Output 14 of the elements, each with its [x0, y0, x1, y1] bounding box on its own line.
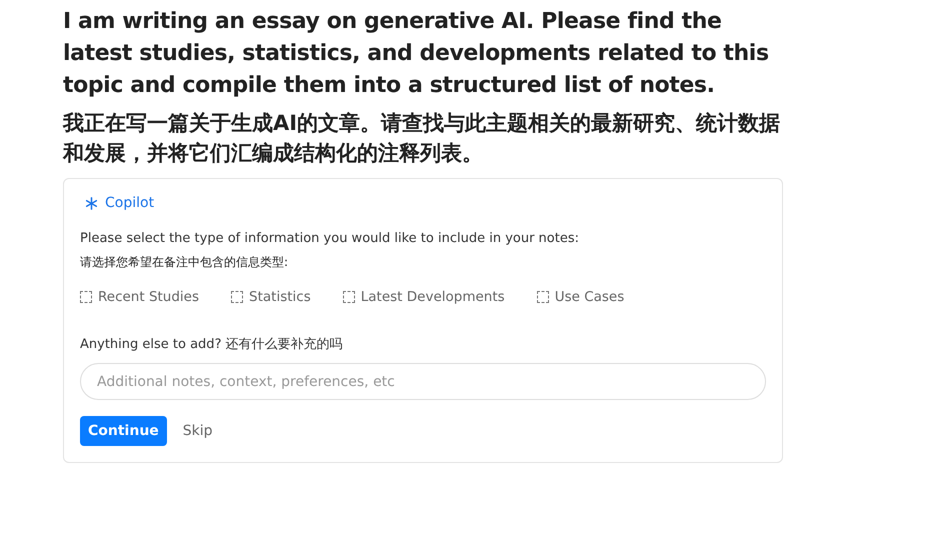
instruction-text-chinese: 请选择您希望在备注中包含的信息类型:: [80, 254, 290, 271]
asterisk-icon: [85, 196, 98, 210]
instruction-text: Please select the type of information you would like to include in your notes:: [80, 231, 580, 246]
continue-button[interactable]: Continue: [80, 416, 167, 446]
notes-input-field[interactable]: Additional notes, context, preferences, etc: [80, 363, 766, 400]
option-checkbox[interactable]: Recent Studies: [80, 289, 200, 305]
skip-button[interactable]: Skip: [174, 416, 221, 446]
prompt-text-chinese: 我正在写一篇关于生成AI的文章。请查找与此主题相关的最新研究、统计数据和发展，并将它们汇编成结构化的注释列表。: [63, 110, 782, 167]
question-label: Anything else to add? 还有什么要补充的吗: [80, 336, 344, 353]
option-checkbox[interactable]: Statistics: [231, 289, 311, 305]
prompt-text: I am writing an essay on generative AI. Please find the latest studies, statistics, and developments related to this topic and compile them into a structured list of notes.: [63, 8, 770, 100]
option-checkbox[interactable]: Latest Developments: [342, 289, 505, 305]
copilot-title: Copilot: [105, 195, 154, 211]
option-checkbox[interactable]: Use Cases: [536, 289, 624, 305]
